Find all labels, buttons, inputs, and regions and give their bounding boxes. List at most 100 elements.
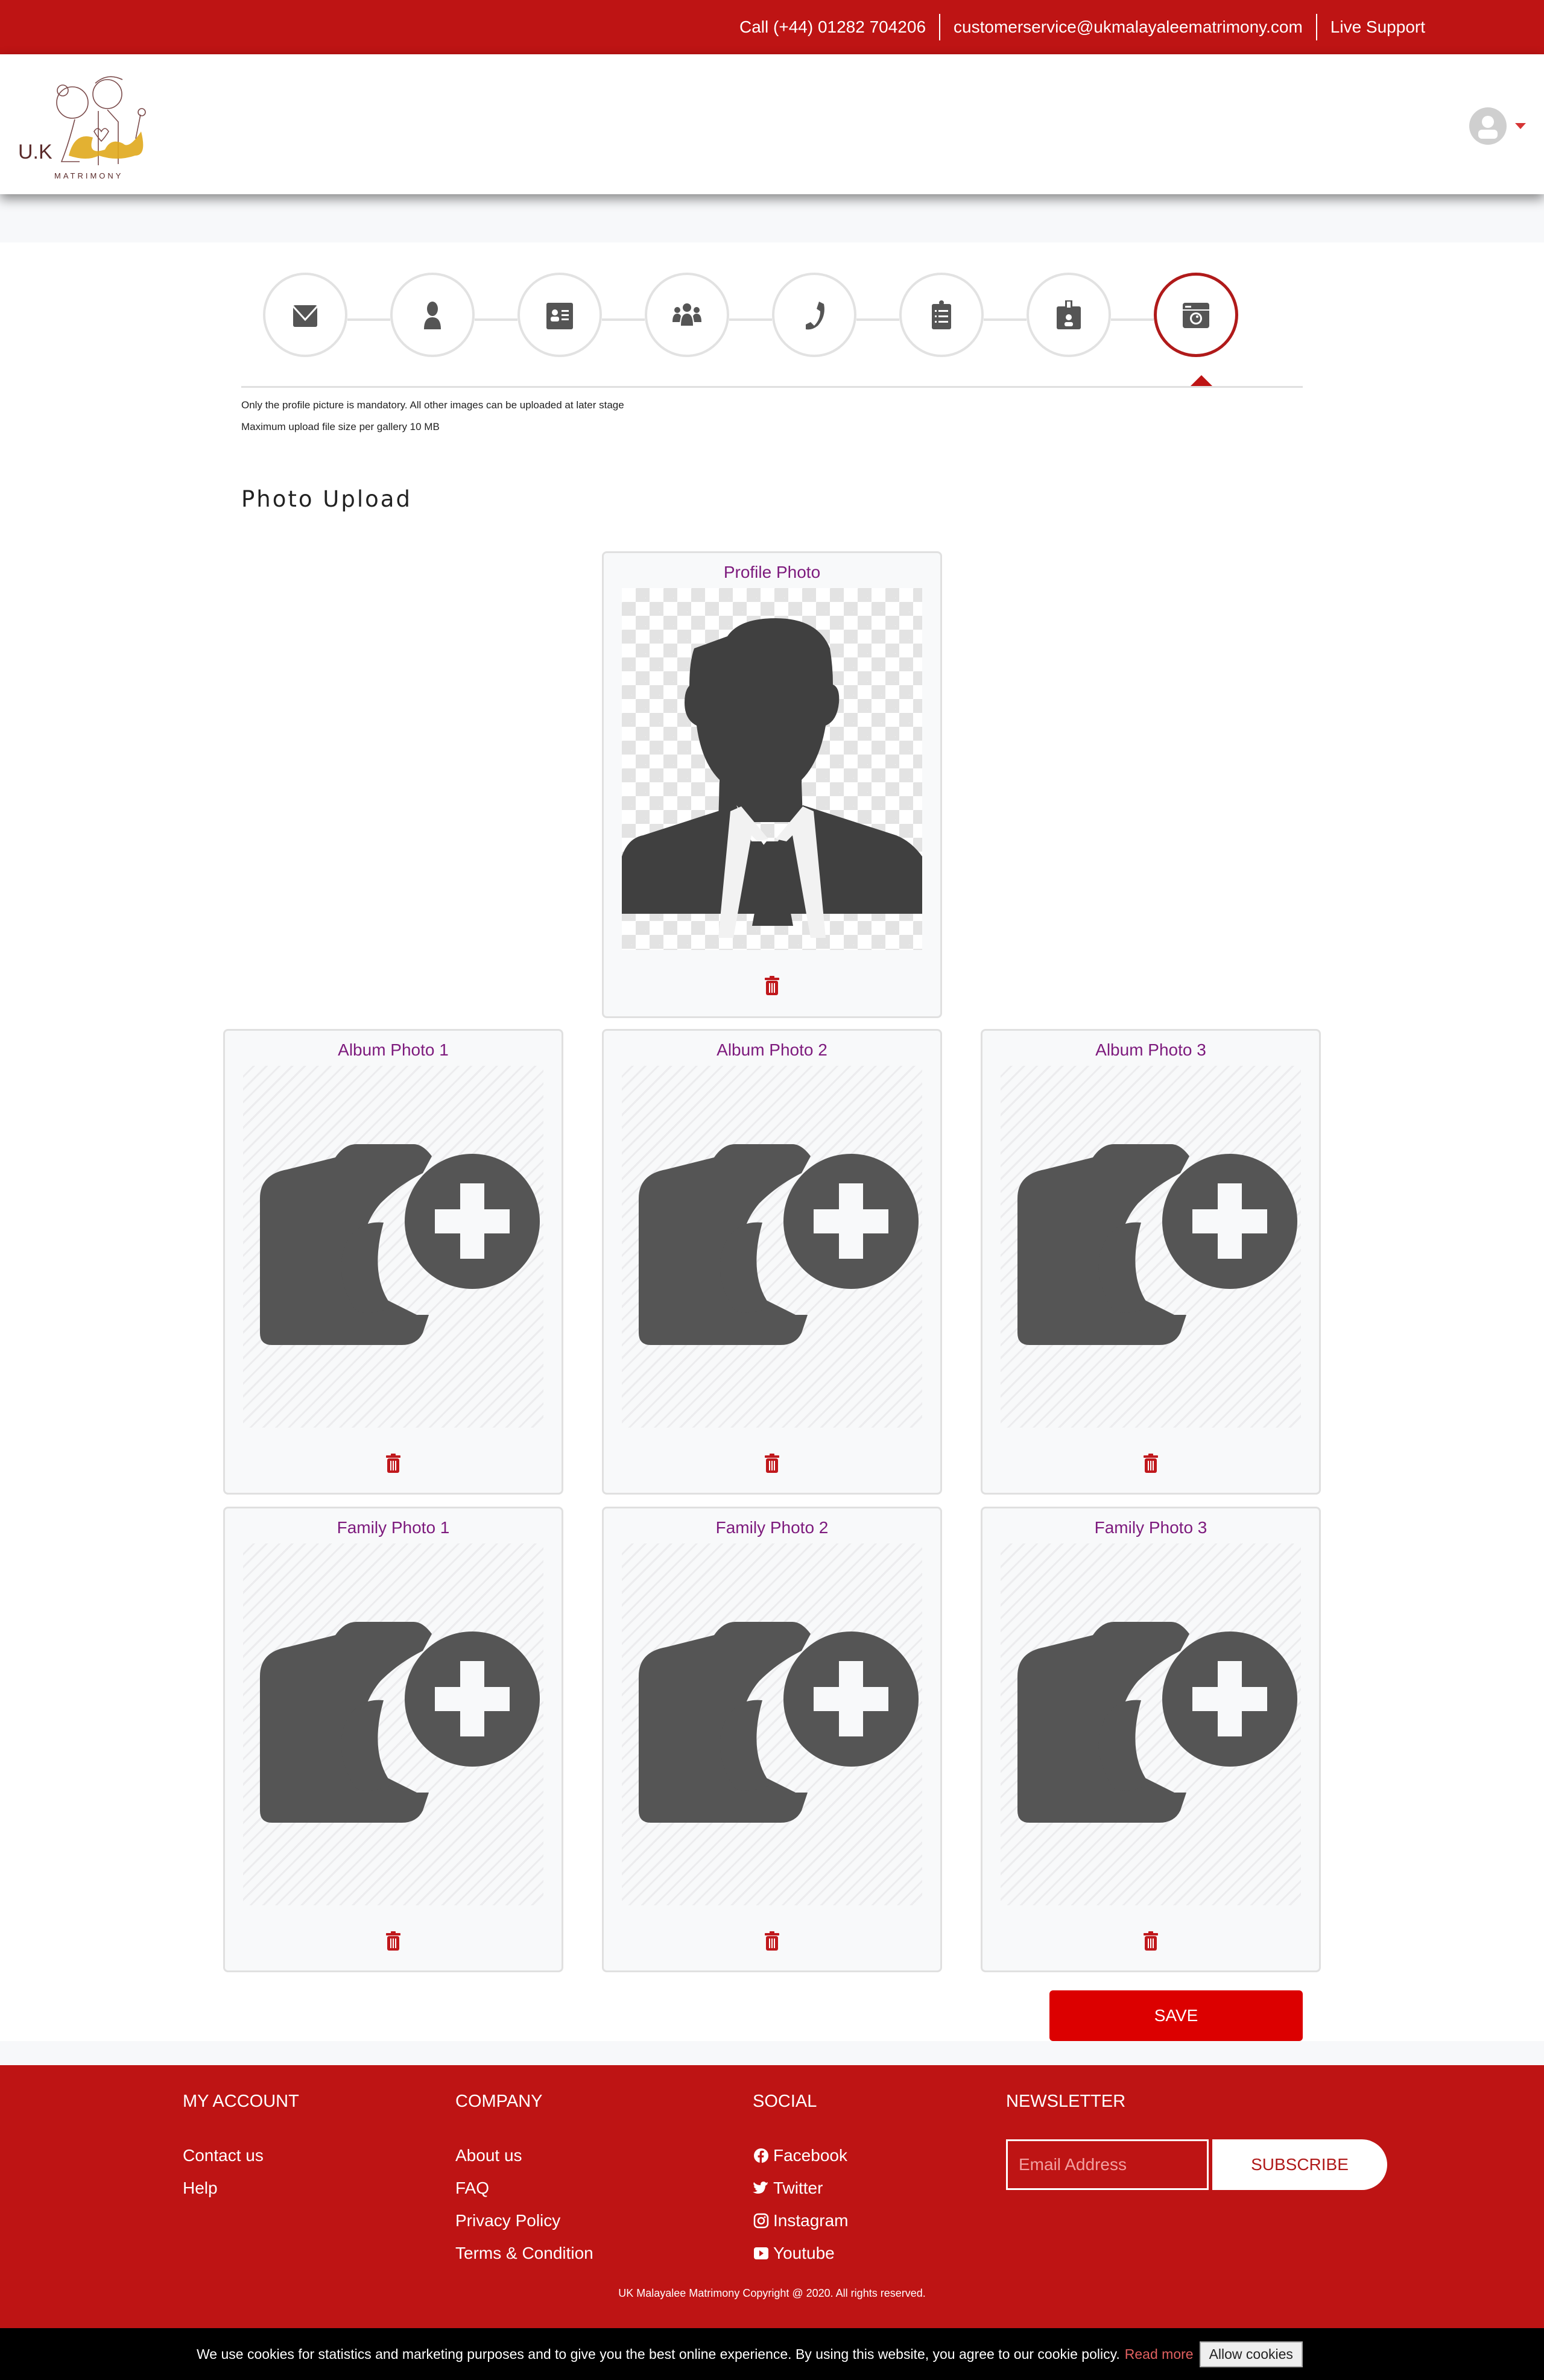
user-circle-icon[interactable]: [1469, 107, 1507, 145]
photo-upload-area[interactable]: [622, 1066, 922, 1428]
save-button[interactable]: SAVE: [1049, 1990, 1303, 2041]
cookie-text: We use cookies for statistics and market…: [197, 2346, 1120, 2362]
cookie-read-more-link[interactable]: Read more: [1125, 2346, 1194, 2363]
step-family[interactable]: [645, 273, 729, 357]
album-photo-card-2: Album Photo 2: [602, 1029, 942, 1495]
envelope-icon: [292, 305, 318, 327]
users-icon: [672, 303, 701, 326]
card-title: Album Photo 3: [1095, 1040, 1206, 1059]
photo-upload-area[interactable]: [243, 1066, 543, 1428]
step-verification[interactable]: [1027, 273, 1111, 357]
footer-link-contact-us[interactable]: Contact us: [183, 2139, 299, 2172]
footer-link-help[interactable]: Help: [183, 2172, 299, 2204]
step-email[interactable]: [263, 273, 347, 357]
note-max-size: Maximum upload file size per gallery 10 …: [241, 421, 440, 432]
youtube-icon: [754, 2247, 768, 2259]
step-connector: [475, 318, 517, 321]
couple-illustration-icon: U.K MATRIMONY: [18, 76, 146, 180]
allow-cookies-button[interactable]: Allow cookies: [1199, 2341, 1303, 2367]
card-title: Family Photo 2: [715, 1518, 829, 1537]
user-menu[interactable]: [1469, 107, 1526, 145]
footer-heading: SOCIAL: [753, 2092, 817, 2111]
step-personal[interactable]: [390, 273, 475, 357]
header-shadow-band: [0, 194, 1544, 242]
footer-link-facebook[interactable]: Facebook: [753, 2139, 849, 2172]
family-photo-card-2: Family Photo 2: [602, 1507, 942, 1972]
photo-upload-area[interactable]: [1001, 1066, 1301, 1428]
card-title: Profile Photo: [723, 563, 821, 581]
footer-link-faq[interactable]: FAQ: [455, 2172, 593, 2204]
photo-upload-area[interactable]: [243, 1543, 543, 1905]
delete-album-photo-2-button[interactable]: [764, 1453, 780, 1473]
site-header: U.K MATRIMONY: [0, 54, 1544, 194]
registration-stepper: [263, 273, 1240, 357]
active-step-pointer: [1189, 375, 1213, 387]
step-connector: [729, 318, 772, 321]
footer-link-youtube[interactable]: Youtube: [753, 2237, 849, 2270]
card-title: Album Photo 1: [338, 1040, 449, 1059]
page-title: Photo Upload: [241, 486, 412, 512]
album-photo-card-1: Album Photo 1: [223, 1029, 563, 1495]
footer-my-account: MY ACCOUNT Contact us Help: [183, 2092, 299, 2204]
footer-link-terms[interactable]: Terms & Condition: [455, 2237, 593, 2270]
phone-link[interactable]: Call (+44) 01282 704206: [726, 14, 939, 40]
footer-link-twitter[interactable]: Twitter: [753, 2172, 849, 2204]
delete-album-photo-1-button[interactable]: [385, 1453, 402, 1473]
profile-photo-card: Profile Photo: [602, 551, 942, 1018]
delete-album-photo-3-button[interactable]: [1142, 1453, 1159, 1473]
upload-notes: Only the profile picture is mandatory. A…: [241, 394, 624, 438]
photo-upload-area[interactable]: [622, 1543, 922, 1905]
footer-newsletter: NEWSLETTER SUBSCRIBE: [1006, 2092, 1387, 2190]
delete-profile-photo-button[interactable]: [764, 975, 780, 996]
step-connector: [347, 318, 390, 321]
svg-text:U.K: U.K: [18, 141, 52, 163]
camera-plus-icon: [1017, 1622, 1297, 1823]
caret-down-icon[interactable]: [1515, 123, 1526, 129]
footer-link-instagram[interactable]: Instagram: [753, 2204, 849, 2237]
phone-icon: [806, 302, 824, 330]
newsletter-email-input[interactable]: [1006, 2139, 1209, 2190]
copyright-text: UK Malayalee Matrimony Copyright @ 2020.…: [618, 2287, 926, 2299]
step-preferences[interactable]: [899, 273, 984, 357]
family-photo-card-3: Family Photo 3: [981, 1507, 1321, 1972]
card-title: Family Photo 1: [337, 1518, 450, 1537]
step-connector: [856, 318, 899, 321]
svg-text:MATRIMONY: MATRIMONY: [54, 171, 123, 180]
photo-upload-area[interactable]: [1001, 1543, 1301, 1905]
footer-heading: MY ACCOUNT: [183, 2092, 299, 2111]
footer-heading: COMPANY: [455, 2092, 543, 2111]
camera-plus-icon: [260, 1622, 540, 1823]
live-support-link[interactable]: Live Support: [1317, 14, 1438, 40]
user-icon: [424, 302, 441, 329]
site-logo[interactable]: U.K MATRIMONY: [17, 65, 156, 186]
step-connector: [984, 318, 1027, 321]
step-contact[interactable]: [772, 273, 856, 357]
note-mandatory: Only the profile picture is mandatory. A…: [241, 399, 624, 411]
footer-link-privacy-policy[interactable]: Privacy Policy: [455, 2204, 593, 2237]
social-label: Twitter: [773, 2179, 823, 2197]
step-profile-details[interactable]: [517, 273, 602, 357]
camera-plus-icon: [260, 1144, 540, 1345]
step-connector: [1111, 318, 1154, 321]
delete-family-photo-3-button[interactable]: [1142, 1931, 1159, 1951]
social-label: Facebook: [773, 2146, 847, 2165]
delete-family-photo-1-button[interactable]: [385, 1931, 402, 1951]
site-footer: MY ACCOUNT Contact us Help COMPANY About…: [0, 2065, 1544, 2328]
card-title: Album Photo 2: [717, 1040, 827, 1059]
subscribe-button[interactable]: SUBSCRIBE: [1212, 2139, 1387, 2190]
id-card-icon: [546, 303, 573, 329]
step-photos[interactable]: [1154, 273, 1238, 357]
newsletter-form: SUBSCRIBE: [1006, 2139, 1387, 2190]
delete-family-photo-2-button[interactable]: [764, 1931, 780, 1951]
social-label: Instagram: [773, 2211, 849, 2230]
divider: [241, 386, 1303, 388]
profile-photo-upload[interactable]: [622, 588, 922, 950]
email-link[interactable]: customerservice@ukmalayaleematrimony.com: [940, 14, 1316, 40]
facebook-icon: [754, 2148, 768, 2163]
instagram-icon: [753, 2213, 769, 2229]
album-photo-card-3: Album Photo 3: [981, 1029, 1321, 1495]
top-contact-bar: Call (+44) 01282 704206 customerservice@…: [0, 0, 1544, 54]
social-label: Youtube: [773, 2244, 835, 2262]
footer-link-about-us[interactable]: About us: [455, 2139, 593, 2172]
camera-icon: [1183, 303, 1209, 328]
